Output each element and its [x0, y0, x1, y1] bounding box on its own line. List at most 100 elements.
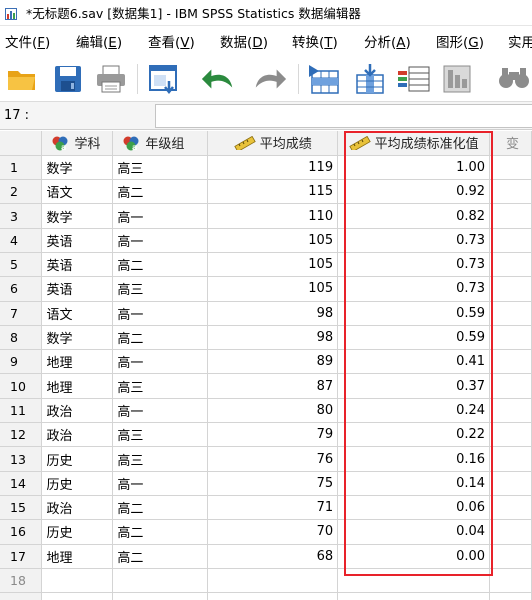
cell-grade[interactable]: 高二: [112, 252, 209, 278]
save-icon[interactable]: [50, 62, 86, 96]
cell-standardized-score[interactable]: 0.59: [337, 325, 491, 351]
cell-subject[interactable]: 地理: [41, 544, 114, 569]
menu-item-7[interactable]: 实用: [508, 31, 532, 51]
recall-dialog-icon[interactable]: [146, 62, 182, 96]
cell-grade[interactable]: 高三: [112, 373, 209, 399]
cell-grade[interactable]: 高三: [112, 155, 209, 181]
cell-standardized-score[interactable]: 0.82: [337, 203, 491, 229]
cell-subject[interactable]: 英语: [41, 228, 114, 253]
cell-grade[interactable]: [112, 568, 209, 594]
cell-grade[interactable]: 高一: [112, 203, 209, 229]
row-number[interactable]: 13: [0, 446, 43, 472]
row-number[interactable]: 18: [0, 568, 43, 594]
print-icon[interactable]: [93, 62, 129, 96]
cell-subject[interactable]: 地理: [41, 349, 114, 375]
menu-item-2[interactable]: 查看(V): [148, 31, 195, 51]
cell-standardized-score[interactable]: 0.04: [337, 519, 491, 545]
cell-empty[interactable]: [489, 471, 532, 496]
cell-standardized-score[interactable]: 0.14: [337, 471, 491, 496]
row-number[interactable]: 17: [0, 544, 43, 569]
cell-average-score[interactable]: 80: [207, 398, 339, 424]
cell-average-score[interactable]: 89: [207, 349, 339, 375]
row-number[interactable]: 2: [0, 179, 43, 205]
cell-subject[interactable]: 政治: [41, 398, 114, 424]
cell-empty[interactable]: [489, 373, 532, 399]
cell-empty[interactable]: [489, 446, 532, 472]
spss-app-icon[interactable]: [3, 5, 21, 21]
cell-empty[interactable]: [489, 301, 532, 326]
cell-grade[interactable]: 高一: [112, 228, 209, 253]
cell-empty[interactable]: [489, 325, 532, 351]
cell-empty[interactable]: [489, 179, 532, 205]
cell-standardized-score[interactable]: [337, 592, 491, 600]
cell-average-score[interactable]: 70: [207, 519, 339, 545]
cell-average-score[interactable]: 105: [207, 276, 339, 302]
cell-empty[interactable]: [489, 544, 532, 569]
cell-standardized-score[interactable]: [337, 568, 491, 594]
menu-item-4[interactable]: 转换(T): [292, 31, 338, 51]
redo-icon[interactable]: [252, 62, 288, 96]
cell-standardized-score[interactable]: 0.41: [337, 349, 491, 375]
cell-average-score[interactable]: 87: [207, 373, 339, 399]
cell-subject[interactable]: [41, 592, 114, 600]
cell-subject[interactable]: 政治: [41, 495, 114, 521]
row-number[interactable]: 6: [0, 276, 43, 302]
cell-average-score[interactable]: 75: [207, 471, 339, 496]
cell-average-score[interactable]: 98: [207, 325, 339, 351]
cell-grade[interactable]: 高一: [112, 471, 209, 496]
cell-average-score[interactable]: 76: [207, 446, 339, 472]
cell-grade[interactable]: 高二: [112, 179, 209, 205]
cell-average-score[interactable]: 79: [207, 422, 339, 448]
run-descriptives-icon[interactable]: [440, 62, 476, 96]
cell-subject[interactable]: 数学: [41, 203, 114, 229]
cell-average-score[interactable]: 68: [207, 544, 339, 569]
cell-average-score[interactable]: [207, 592, 339, 600]
cell-standardized-score[interactable]: 0.73: [337, 276, 491, 302]
cell-standardized-score[interactable]: 0.73: [337, 228, 491, 253]
cell-grade[interactable]: 高二: [112, 519, 209, 545]
cell-empty[interactable]: [489, 276, 532, 302]
open-folder-icon[interactable]: [4, 62, 40, 96]
cell-subject[interactable]: 历史: [41, 519, 114, 545]
cell-grade[interactable]: 高二: [112, 495, 209, 521]
column-header-subject[interactable]: a 学科: [41, 131, 114, 156]
cell-empty[interactable]: [489, 568, 532, 594]
cell-subject[interactable]: 英语: [41, 276, 114, 302]
cell-grade[interactable]: 高三: [112, 446, 209, 472]
column-header-average-score[interactable]: 平均成绩: [207, 131, 339, 156]
cell-subject[interactable]: 数学: [41, 155, 114, 181]
menu-item-3[interactable]: 数据(D): [220, 31, 268, 51]
cell-standardized-score[interactable]: 0.59: [337, 301, 491, 326]
row-number[interactable]: 3: [0, 203, 43, 229]
cell-standardized-score[interactable]: 0.37: [337, 373, 491, 399]
undo-icon[interactable]: [200, 62, 236, 96]
goto-variable-icon[interactable]: [352, 62, 388, 96]
row-number[interactable]: 14: [0, 471, 43, 496]
row-number[interactable]: 15: [0, 495, 43, 521]
row-number[interactable]: 1: [0, 155, 43, 181]
cell-subject[interactable]: 语文: [41, 179, 114, 205]
cell-grade[interactable]: 高三: [112, 422, 209, 448]
cell-empty[interactable]: [489, 398, 532, 424]
cell-subject[interactable]: 历史: [41, 471, 114, 496]
column-header-empty-variable[interactable]: 变: [489, 131, 532, 156]
cell-grade[interactable]: 高一: [112, 349, 209, 375]
cell-standardized-score[interactable]: 0.24: [337, 398, 491, 424]
cell-empty[interactable]: [489, 203, 532, 229]
cell-standardized-score[interactable]: 0.00: [337, 544, 491, 569]
cell-empty[interactable]: [489, 228, 532, 253]
row-number[interactable]: 7: [0, 301, 43, 326]
find-icon[interactable]: [496, 62, 532, 96]
variables-icon[interactable]: [396, 62, 432, 96]
cell-standardized-score[interactable]: 0.06: [337, 495, 491, 521]
corner-cell[interactable]: [0, 131, 43, 156]
row-number[interactable]: 5: [0, 252, 43, 278]
menu-item-1[interactable]: 编辑(E): [76, 31, 122, 51]
cell-subject[interactable]: 语文: [41, 301, 114, 326]
menu-item-5[interactable]: 分析(A): [364, 31, 411, 51]
menu-item-6[interactable]: 图形(G): [436, 31, 484, 51]
row-number[interactable]: 11: [0, 398, 43, 424]
cell-subject[interactable]: 政治: [41, 422, 114, 448]
cell-average-score[interactable]: 110: [207, 203, 339, 229]
cell-subject[interactable]: [41, 568, 114, 594]
